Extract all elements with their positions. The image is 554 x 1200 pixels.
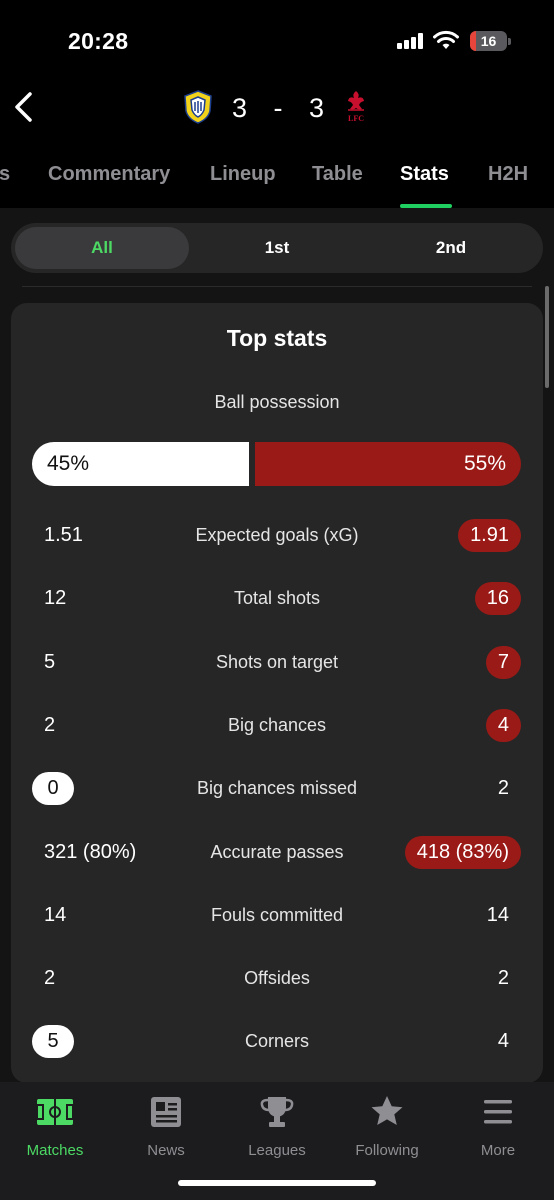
nav-leagues[interactable]: Leagues xyxy=(222,1092,332,1162)
wifi-icon xyxy=(433,30,459,49)
stat-row: Offsides 2 2 xyxy=(0,960,554,996)
stat-home-value: 0 xyxy=(32,772,74,805)
stat-away-value: 418 (83%) xyxy=(404,836,521,869)
period-1st-button[interactable]: 1st xyxy=(191,227,363,269)
stat-away-value: 2 xyxy=(497,777,509,799)
stat-row: Expected goals (xG) 1.51 1.91 xyxy=(0,517,554,553)
stat-home-value: 5 xyxy=(44,651,56,673)
stat-home-value: 5 xyxy=(32,1025,74,1058)
tab-lineup[interactable]: Lineup xyxy=(210,163,276,186)
stat-row: Fouls committed 14 14 xyxy=(0,897,554,933)
stat-away-value: 16 xyxy=(474,582,521,615)
tab-partial[interactable]: s xyxy=(0,163,10,186)
stat-home-value: 12 xyxy=(44,587,67,609)
score-separator: - xyxy=(273,92,283,123)
stat-away-value: 4 xyxy=(485,709,521,742)
stat-home-value: 14 xyxy=(44,904,67,926)
stat-away-value: 7 xyxy=(485,646,521,679)
star-icon xyxy=(371,1096,403,1125)
stat-home-value: 321 (80%) xyxy=(44,841,137,863)
divider xyxy=(22,286,532,287)
cellular-signal-icon xyxy=(397,33,425,49)
stat-home-value: 1.51 xyxy=(44,524,83,546)
stat-row: Total shots 12 16 xyxy=(0,580,554,616)
card-title: Top stats xyxy=(226,325,328,351)
away-team-badge-icon[interactable]: LFC xyxy=(342,88,370,126)
status-bar: 20:28 16 xyxy=(0,0,554,80)
tab-table[interactable]: Table xyxy=(312,163,363,186)
nav-more[interactable]: More xyxy=(443,1092,553,1162)
trophy-icon xyxy=(260,1097,294,1127)
stat-home-value: 2 xyxy=(44,967,56,989)
stat-row: Big chances missed 0 2 xyxy=(0,770,554,806)
period-2nd-button[interactable]: 2nd xyxy=(365,227,537,269)
menu-icon xyxy=(484,1100,512,1124)
home-score: 3 xyxy=(232,92,248,123)
period-selector: All 1st 2nd xyxy=(11,223,543,273)
match-tabs: s Commentary Lineup Table Stats H2H xyxy=(0,155,554,208)
stat-row: Shots on target 5 7 xyxy=(0,644,554,680)
tab-stats[interactable]: Stats xyxy=(400,163,449,186)
battery-level: 16 xyxy=(480,33,497,49)
battery-icon: 16 xyxy=(470,31,507,51)
tab-h2h[interactable]: H2H xyxy=(488,163,528,186)
nav-label: Matches xyxy=(26,1142,84,1159)
stat-away-value: 2 xyxy=(497,967,509,989)
stat-row: Big chances 2 4 xyxy=(0,707,554,743)
tab-commentary[interactable]: Commentary xyxy=(48,163,170,186)
stat-away-value: 1.91 xyxy=(458,519,521,552)
stat-row: Corners 5 4 xyxy=(0,1023,554,1059)
nav-matches[interactable]: Matches xyxy=(0,1092,110,1162)
possession-bar: 45% 55% xyxy=(32,442,521,486)
pitch-icon xyxy=(36,1099,74,1125)
nav-following[interactable]: Following xyxy=(332,1092,442,1162)
stat-label: Shots on target xyxy=(215,652,339,672)
back-chevron-icon[interactable] xyxy=(10,90,40,124)
stat-label: Fouls committed xyxy=(210,905,344,925)
newspaper-icon xyxy=(151,1097,181,1127)
period-all-button[interactable]: All xyxy=(15,227,189,269)
stat-label: Total shots xyxy=(233,588,321,608)
stat-away-value: 4 xyxy=(497,1030,509,1052)
stat-home-value: 2 xyxy=(44,714,56,736)
status-time: 20:28 xyxy=(68,28,129,54)
nav-news[interactable]: News xyxy=(111,1092,221,1162)
away-badge-text: LFC xyxy=(348,114,364,123)
away-score: 3 xyxy=(308,92,324,123)
stat-row: Accurate passes 321 (80%) 418 (83%) xyxy=(0,834,554,870)
possession-home: 45% xyxy=(32,442,249,486)
stat-away-value: 14 xyxy=(486,904,509,926)
nav-label: Following xyxy=(355,1142,419,1159)
stat-label: Big chances missed xyxy=(196,778,358,798)
nav-label: News xyxy=(147,1142,185,1159)
possession-label: Ball possession xyxy=(214,392,340,412)
nav-label: Leagues xyxy=(248,1142,306,1159)
home-indicator xyxy=(178,1180,376,1186)
home-team-badge-icon[interactable] xyxy=(183,90,213,124)
stat-label: Big chances xyxy=(227,715,327,735)
stat-label: Corners xyxy=(244,1031,310,1051)
possession-away: 55% xyxy=(255,442,521,486)
match-score: 3 - 3 xyxy=(232,90,324,126)
nav-label: More xyxy=(480,1142,516,1159)
stat-label: Offsides xyxy=(244,968,310,988)
